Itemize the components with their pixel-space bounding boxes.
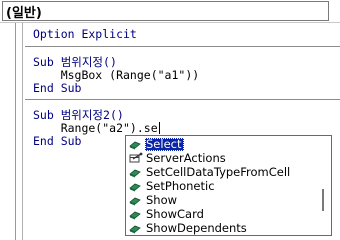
code-line-end-sub-1: End Sub [33, 81, 82, 95]
autocomplete-item-label: SetCellDataTypeFromCell [146, 164, 291, 179]
autocomplete-item-label: ServerActions [146, 150, 226, 165]
code-line-end-sub-2: End Sub [33, 134, 82, 148]
text-caret [158, 122, 160, 134]
method-icon [129, 141, 141, 150]
code-line-option-explicit: Option Explicit [33, 27, 137, 41]
object-combo-value: (일반) [6, 5, 42, 21]
method-icon [129, 225, 141, 234]
autocomplete-item-label: SetPhonetic [146, 178, 215, 193]
method-icon [129, 211, 141, 220]
autocomplete-item-show[interactable]: Show [127, 193, 316, 207]
autocomplete-scrollbar[interactable] [316, 137, 330, 234]
autocomplete-item-label: ShowDependents [146, 220, 247, 235]
method-icon [129, 169, 141, 178]
margin-indicator-bar[interactable] [16, 23, 23, 240]
scrollbar-thumb[interactable] [322, 189, 324, 211]
autocomplete-item-label: Select [145, 137, 185, 151]
method-icon [129, 183, 141, 192]
autocomplete-item-label: ShowCard [146, 206, 204, 221]
object-bar: (일반) [0, 0, 340, 23]
autocomplete-item-showcard[interactable]: ShowCard [127, 207, 316, 221]
code-line-range-text: Range("a2").se [33, 121, 158, 135]
property-icon [129, 152, 143, 163]
autocomplete-item-select[interactable]: Select [127, 137, 316, 151]
procedure-view-band [0, 23, 16, 240]
autocomplete-item-setcelldatatypefromcell[interactable]: SetCellDataTypeFromCell [127, 165, 316, 179]
autocomplete-list[interactable]: Select ServerActions SetCellDataTypeFrom… [125, 135, 332, 236]
autocomplete-item-serveractions[interactable]: ServerActions [127, 151, 316, 165]
autocomplete-item-label: Show [146, 192, 178, 207]
method-icon [129, 197, 141, 206]
autocomplete-item-setphonetic[interactable]: SetPhonetic [127, 179, 316, 193]
procedure-separator [25, 46, 340, 47]
autocomplete-item-showdependents[interactable]: ShowDependents [127, 221, 316, 235]
procedure-separator [25, 99, 340, 100]
object-combo-box[interactable]: (일반) [2, 1, 329, 21]
